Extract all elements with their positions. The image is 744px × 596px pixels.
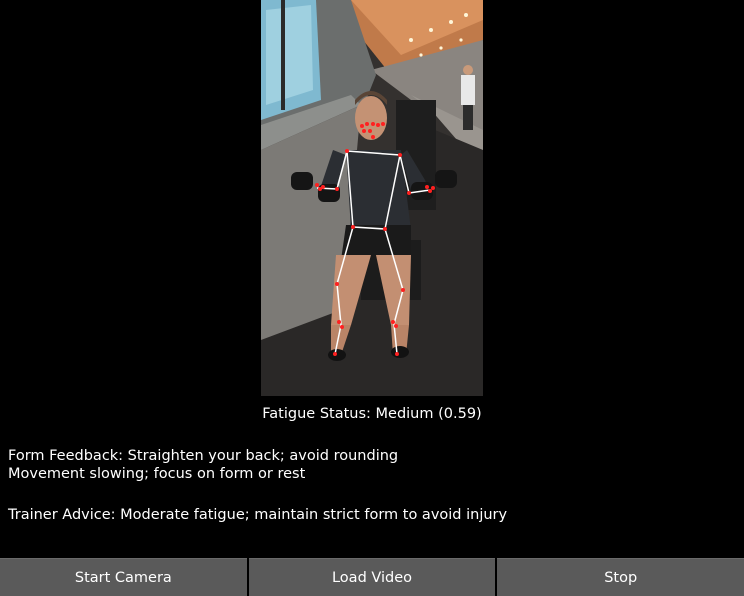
video-frame-image <box>261 0 483 396</box>
fatigue-status-label: Fatigue Status: Medium (0.59) <box>262 406 482 422</box>
control-button-bar: Start Camera Load Video Stop <box>0 558 744 596</box>
form-feedback-text: Form Feedback: Straighten your back; avo… <box>8 447 398 483</box>
video-feed <box>261 0 483 396</box>
stop-button[interactable]: Stop <box>497 558 744 596</box>
trainer-advice-text: Trainer Advice: Moderate fatigue; mainta… <box>8 507 508 523</box>
load-video-button[interactable]: Load Video <box>248 558 496 596</box>
form-feedback-line-1: Form Feedback: Straighten your back; avo… <box>8 448 399 464</box>
start-camera-button[interactable]: Start Camera <box>0 558 247 596</box>
app-window: Fatigue Status: Medium (0.59) Form Feedb… <box>0 0 744 596</box>
form-feedback-line-2: Movement slowing; focus on form or rest <box>8 466 306 482</box>
